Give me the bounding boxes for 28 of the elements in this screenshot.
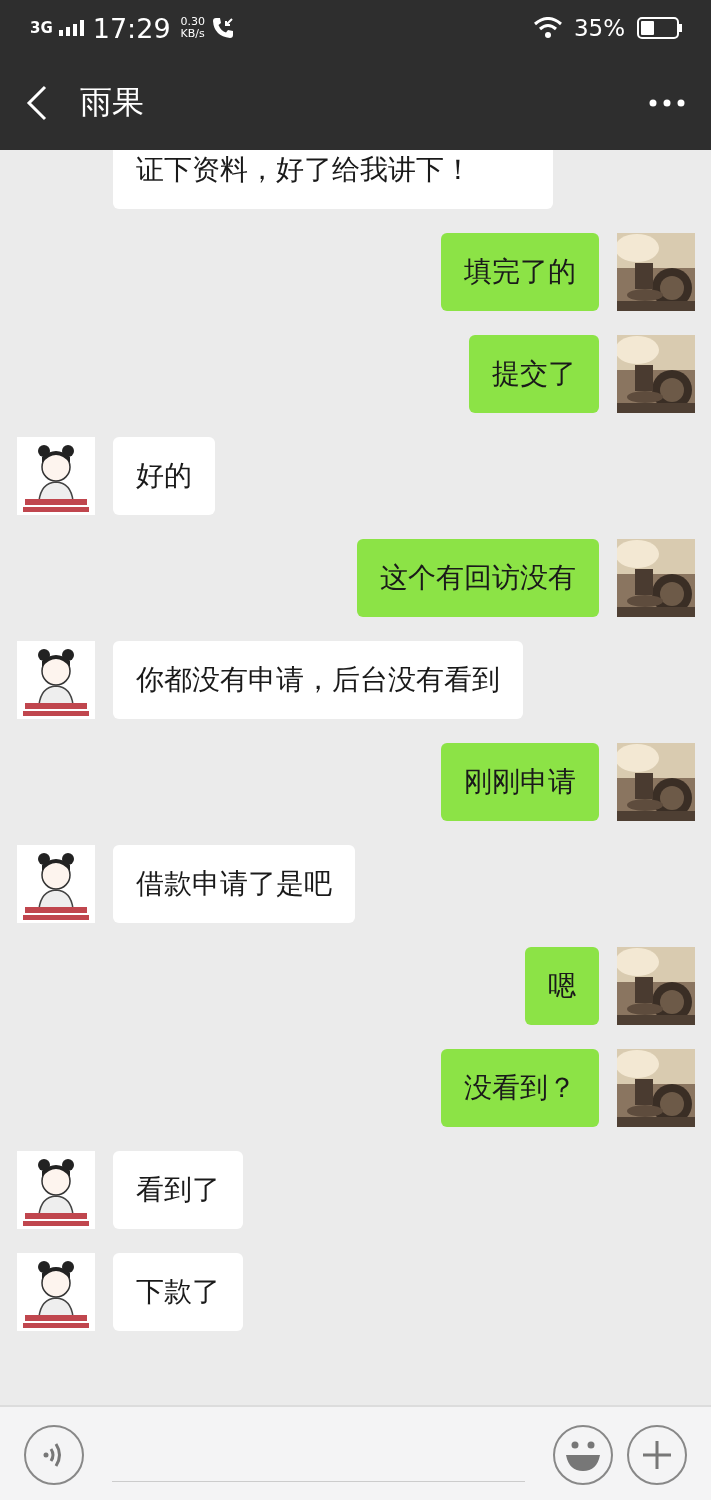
message-bubble: 嗯 <box>525 947 599 1025</box>
battery-percent: 35% <box>573 15 625 41</box>
network-type: 3G <box>30 20 53 36</box>
message-bubble: 提交了 <box>469 335 599 413</box>
message-bubble: 看到了 <box>113 1151 243 1229</box>
message-bubble: 填完了的 <box>441 233 599 311</box>
voice-button[interactable] <box>24 1424 84 1485</box>
message-bubble: 好的 <box>113 437 215 515</box>
more-icon[interactable] <box>649 99 685 107</box>
clock: 17:29 <box>92 12 171 44</box>
message-bubble: 下款了 <box>113 1253 243 1331</box>
message-bubble: 证下资料，好了给我讲下！ <box>113 150 553 209</box>
message-bubble: 刚刚申请 <box>441 743 599 821</box>
wifi-icon <box>533 17 562 39</box>
speed-unit: KB/s <box>180 28 206 40</box>
emoji-button[interactable] <box>553 1424 613 1485</box>
message-bubble: 没看到？ <box>441 1049 599 1127</box>
message-bubble: 你都没有申请，后台没有看到 <box>113 641 523 719</box>
add-button[interactable] <box>627 1424 687 1485</box>
message-bubble: 这个有回访没有 <box>357 539 599 617</box>
signal-icon <box>58 20 85 36</box>
chat-title: 雨果 <box>80 82 145 123</box>
message-bubble: 借款申请了是吧 <box>113 845 355 923</box>
speed-value: 0.30 <box>180 16 206 28</box>
phone-icon <box>211 16 236 40</box>
plus-icon <box>641 1438 673 1471</box>
back-icon[interactable] <box>26 85 48 121</box>
battery-icon <box>637 17 683 39</box>
